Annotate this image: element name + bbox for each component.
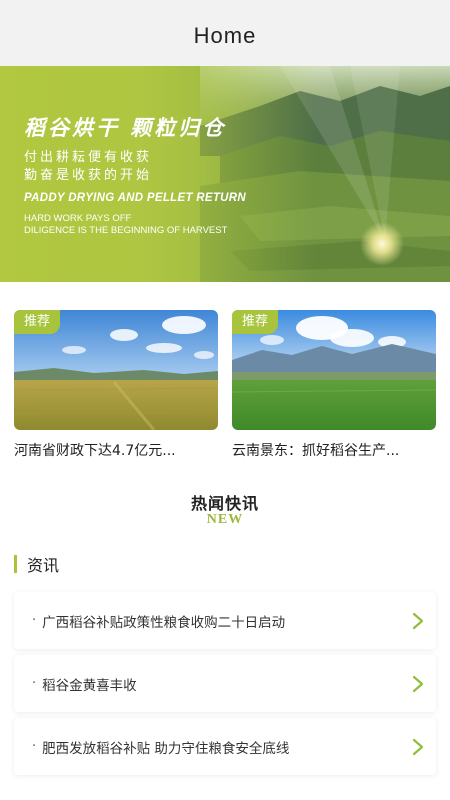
card-image: 推荐 bbox=[14, 310, 218, 430]
list-item[interactable]: · 肥西发放稻谷补贴 助力守住粮食安全底线 bbox=[14, 718, 436, 775]
bullet: · bbox=[32, 676, 37, 691]
recommended-card[interactable]: 推荐 云南景东：抓好稻谷生产... bbox=[232, 310, 436, 460]
recommend-badge: 推荐 bbox=[232, 310, 279, 334]
card-title: 河南省财政下达4.7亿元... bbox=[14, 443, 176, 459]
list-item[interactable]: · 稻谷金黄喜丰收 bbox=[14, 655, 436, 712]
section-header: 资讯 bbox=[14, 552, 59, 576]
recommended-card[interactable]: 推荐 河南省财政下达4.7亿元... bbox=[14, 310, 218, 460]
card-title: 云南景东：抓好稻谷生产... bbox=[232, 443, 400, 459]
hot-news-heading: 热闻快讯 NEW bbox=[0, 490, 450, 528]
banner-english-line-1: HARD WORK PAYS OFF bbox=[24, 213, 132, 224]
banner-title: 稻谷烘干 颗粒归仓 bbox=[24, 116, 227, 140]
bullet: · bbox=[32, 739, 37, 754]
hot-news-title: 热闻快讯 bbox=[190, 494, 259, 513]
section-accent-bar bbox=[14, 555, 17, 573]
chevron-right-icon bbox=[412, 675, 424, 692]
section-title: 资讯 bbox=[27, 556, 60, 575]
chevron-right-icon bbox=[412, 738, 424, 755]
news-title: 肥西发放稻谷补贴 助力守住粮食安全底线 bbox=[42, 740, 290, 757]
recommended-cards: 推荐 河南省财政下达4.7亿元... 推荐 云南景东：抓好稻谷生产... bbox=[14, 310, 436, 460]
hot-news-subtitle: NEW bbox=[206, 512, 244, 527]
banner-slogan-2: 勤奋是收获的开始 bbox=[24, 168, 153, 183]
banner-slogan-1: 付出耕耘便有收获 bbox=[24, 150, 153, 165]
app-header: Home bbox=[0, 0, 450, 66]
list-item[interactable]: · 广西稻谷补贴政策性粮食收购二十日启动 bbox=[14, 592, 436, 649]
hero-banner[interactable]: 稻谷烘干 颗粒归仓 付出耕耘便有收获 勤奋是收获的开始 PADDY DRYING… bbox=[0, 66, 450, 282]
news-title: 稻谷金黄喜丰收 bbox=[42, 677, 137, 694]
news-list: · 广西稻谷补贴政策性粮食收购二十日启动 · 稻谷金黄喜丰收 · 肥西发放稻谷补… bbox=[14, 592, 436, 781]
card-image: 推荐 bbox=[232, 310, 436, 430]
banner-english-title: PADDY DRYING AND PELLET RETURN bbox=[24, 192, 246, 204]
bullet: · bbox=[32, 613, 37, 628]
chevron-right-icon bbox=[412, 612, 424, 629]
news-title: 广西稻谷补贴政策性粮食收购二十日启动 bbox=[42, 614, 286, 631]
page-title: Home bbox=[193, 23, 257, 48]
recommend-badge: 推荐 bbox=[14, 310, 61, 334]
banner-english-line-2: DILIGENCE IS THE BEGINNING OF HARVEST bbox=[24, 225, 228, 236]
